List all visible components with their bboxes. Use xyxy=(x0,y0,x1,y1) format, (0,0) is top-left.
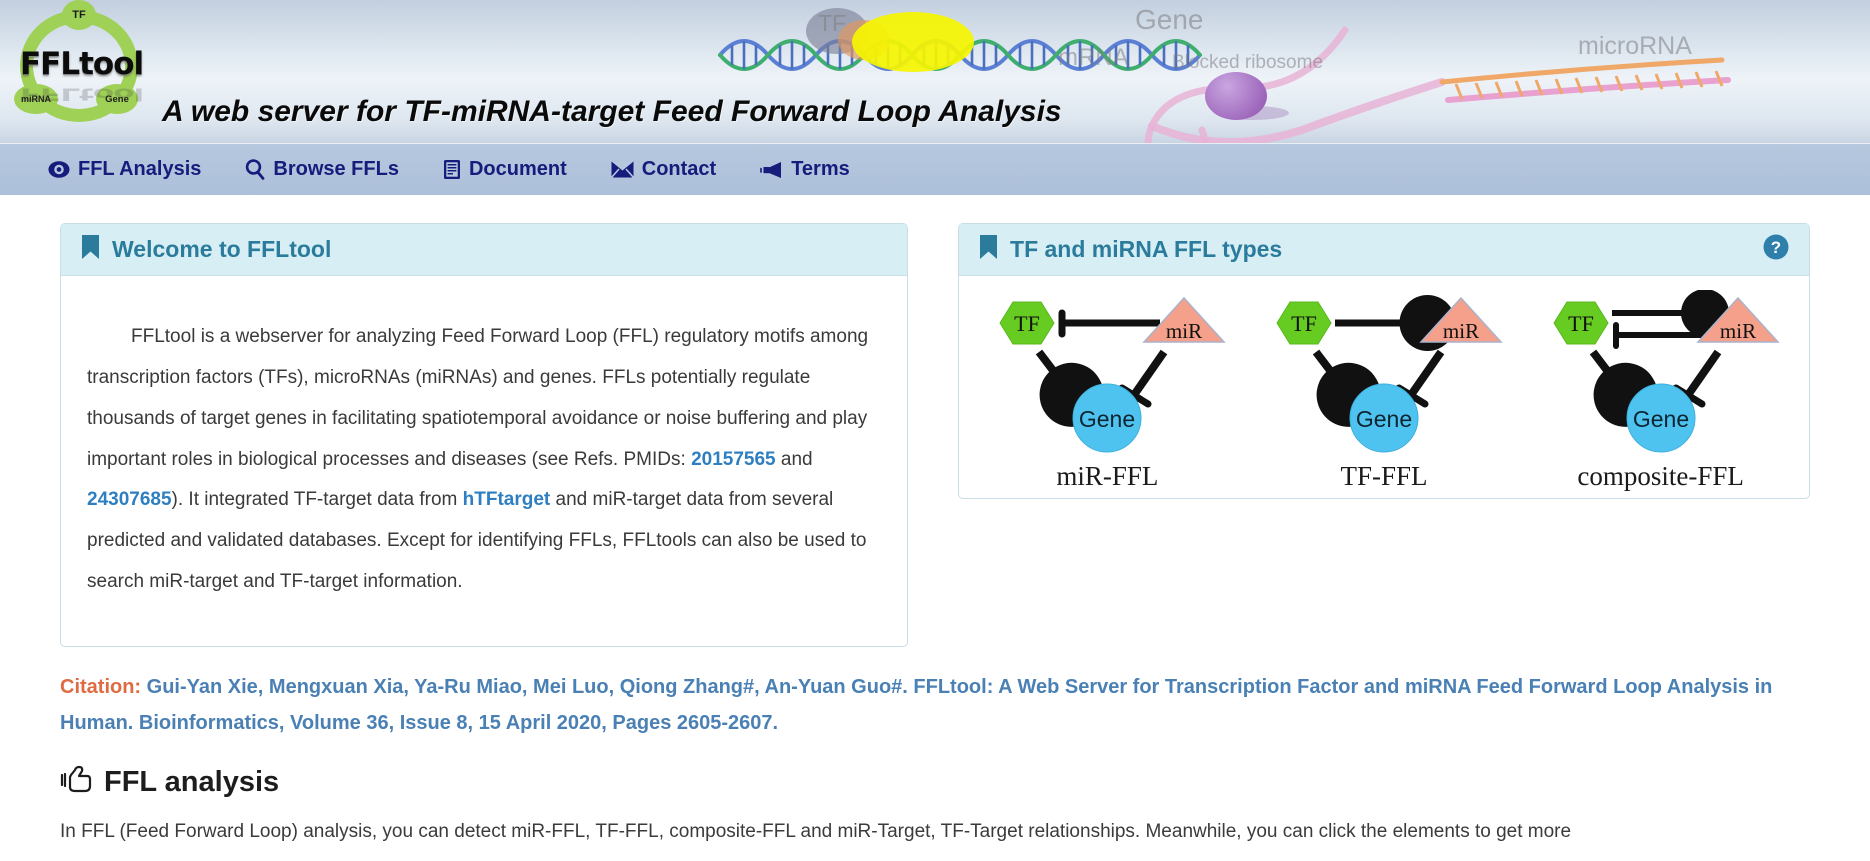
citation-text[interactable]: Gui-Yan Xie, Mengxuan Xia, Ya-Ru Miao, M… xyxy=(60,676,1772,734)
logo-node-tf: TF xyxy=(62,0,96,30)
svg-text:miR: miR xyxy=(1166,319,1202,343)
mir-ffl-graph: TF miR Gene xyxy=(999,296,1227,453)
welcome-text-part-2: and xyxy=(775,448,813,470)
nav-label-contact: Contact xyxy=(641,158,717,180)
envelope-icon xyxy=(610,161,634,178)
welcome-panel: Welcome to FFLtool FFLtool is a webserve… xyxy=(60,223,909,647)
welcome-panel-header: Welcome to FFLtool xyxy=(61,224,908,276)
ribosome-shadow xyxy=(1215,106,1289,120)
svg-text:miR: miR xyxy=(1443,319,1479,343)
art-label-blocked-ribosome: Blocked ribosome xyxy=(1172,52,1324,73)
ffl-diagram-composite-ffl: TF miR Gene composite-FFL xyxy=(1532,289,1790,492)
bookmark-icon xyxy=(81,234,100,265)
nav-label-terms: Terms xyxy=(791,158,850,180)
welcome-text-part-3: ). It integrated TF-target data from xyxy=(171,489,463,511)
citation-block: Citation: Gui-Yan Xie, Mengxuan Xia, Ya-… xyxy=(60,669,1810,741)
top-panels-row: Welcome to FFLtool FFLtool is a webserve… xyxy=(60,223,1810,647)
highlight-blob xyxy=(852,12,974,72)
svg-text:TF: TF xyxy=(1568,311,1594,336)
welcome-paragraph: FFLtool is a webserver for analyzing Fee… xyxy=(87,317,881,603)
ffl-analysis-body: In FFL (Feed Forward Loop) analysis, you… xyxy=(60,820,1572,842)
ffl-types-panel-header: TF and miRNA FFL types ? xyxy=(959,224,1809,276)
ffl-analysis-heading: FFL analysis xyxy=(60,765,1810,801)
nav-label-ffl-analysis: FFL Analysis xyxy=(78,158,202,180)
svg-text:Gene: Gene xyxy=(1079,406,1135,432)
question-circle-icon[interactable]: ? xyxy=(1763,234,1789,265)
tf-ffl-graph: TF miR Gene xyxy=(1276,295,1503,453)
svg-text:miR: miR xyxy=(1720,319,1756,343)
ribosome-icon xyxy=(1205,72,1267,120)
tf-protein-blob-a xyxy=(806,8,868,54)
logo-text-reflection: FFLtool xyxy=(20,84,144,104)
site-logo[interactable]: TF miRNA Gene FFLtool FFLtool xyxy=(12,0,147,128)
logo-text: FFLtool xyxy=(20,46,144,82)
svg-text:Gene: Gene xyxy=(1356,406,1412,432)
ffl-diagrams-row: TF miR Gene miR-FFL TF miR Gene TF-FFL T… xyxy=(959,276,1809,498)
nav-label-browse-ffls: Browse FFLs xyxy=(273,158,399,180)
bookmark-icon xyxy=(979,234,998,265)
ffl-diagram-label-mir-ffl: miR-FFL xyxy=(1056,461,1159,491)
megaphone-icon xyxy=(760,161,783,179)
banner-tagline: A web server for TF-miRNA-target Feed Fo… xyxy=(162,95,1062,128)
ffl-types-panel-title: TF and miRNA FFL types xyxy=(1010,236,1283,262)
ffl-types-panel: TF and miRNA FFL types ? TF miR Gene miR… xyxy=(958,223,1810,499)
search-icon xyxy=(245,159,265,180)
ffl-diagram-label-composite-ffl: composite-FFL xyxy=(1577,461,1744,491)
eye-icon xyxy=(48,160,70,179)
nav-item-contact[interactable]: Contact xyxy=(610,158,717,181)
svg-text:?: ? xyxy=(1771,238,1781,257)
ffl-diagram-label-tf-ffl: TF-FFL xyxy=(1340,461,1428,491)
ffl-analysis-heading-text: FFL analysis xyxy=(104,766,280,799)
composite-ffl-graph: TF miR Gene xyxy=(1553,289,1780,453)
nav-item-ffl-analysis[interactable]: FFL Analysis xyxy=(48,158,201,181)
art-label-mrna: mRNA xyxy=(1058,44,1129,71)
pointing-hand-icon xyxy=(60,765,94,801)
pmid-link-1[interactable]: 20157565 xyxy=(691,449,776,470)
nav-item-document[interactable]: Document xyxy=(443,158,567,181)
document-icon xyxy=(443,159,461,180)
ffl-diagram-mir-ffl: TF miR Gene miR-FFL xyxy=(978,290,1236,492)
svg-text:TF: TF xyxy=(1291,311,1317,336)
pmid-link-2[interactable]: 24307685 xyxy=(87,489,172,510)
svg-text:TF: TF xyxy=(1015,311,1041,336)
nav-label-document: Document xyxy=(468,158,567,180)
tf-protein-blob-b xyxy=(838,20,890,60)
nav-item-terms[interactable]: Terms xyxy=(760,158,850,181)
art-label-tf: TF xyxy=(818,10,847,36)
main-content: Welcome to FFLtool FFLtool is a webserve… xyxy=(0,223,1870,847)
art-label-microrna: microRNA xyxy=(1578,32,1692,60)
htftarget-link[interactable]: hTFtarget xyxy=(463,489,551,510)
main-navigation: FFL Analysis Browse FFLs Document Contac… xyxy=(0,143,1870,195)
citation-label: Citation: xyxy=(60,675,142,698)
site-banner: TF Gene mRNA Blocked ribosome microRNA T… xyxy=(0,0,1870,143)
welcome-panel-title: Welcome to FFLtool xyxy=(112,236,332,262)
nav-item-browse-ffls[interactable]: Browse FFLs xyxy=(245,158,399,181)
welcome-panel-body: FFLtool is a webserver for analyzing Fee… xyxy=(61,276,907,646)
ffl-diagram-tf-ffl: TF miR Gene TF-FFL xyxy=(1255,290,1513,492)
svg-text:Gene: Gene xyxy=(1633,406,1689,432)
art-label-gene: Gene xyxy=(1135,4,1204,35)
